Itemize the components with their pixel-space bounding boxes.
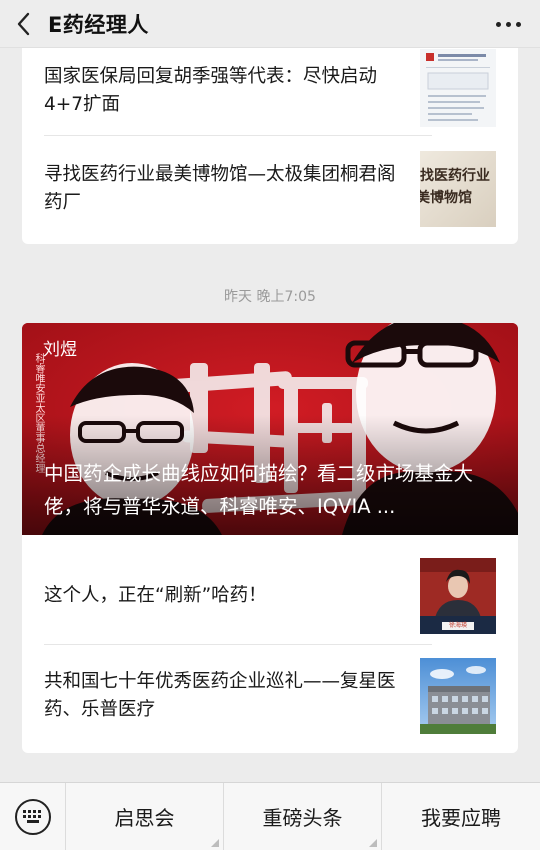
article-item[interactable]: 国家医保局回复胡季强等代表：尽快启动4+7扩面 — [44, 48, 496, 134]
article-card-latest: 科睿唯安亚太区董事总经理 刘煜 中国药企成长曲线应如何描绘？看二级市场基金大佬，… — [22, 323, 518, 753]
article-title: 寻找医药行业最美博物馆—太极集团桐君阁药厂 — [44, 164, 396, 213]
article-item[interactable]: 共和国七十年优秀医药企业巡礼——复星医药、乐普医疗 — [44, 653, 496, 739]
more-dot — [505, 21, 511, 27]
thumbnail-nameplate: 徐海瑛 — [448, 622, 467, 629]
top-nav-bar: E药经理人 — [0, 0, 540, 48]
menu-item-headlines[interactable]: 重磅头条 — [224, 782, 382, 850]
more-options-button[interactable] — [490, 12, 526, 36]
divider — [44, 644, 432, 645]
page-title: E药经理人 — [48, 12, 149, 37]
keyboard-icon — [14, 798, 51, 835]
hero-article-title: 中国药企成长曲线应如何描绘？看二级市场基金大佬，将与普华永道、科睿唯安、IQVI… — [44, 462, 474, 518]
keyboard-toggle-button[interactable] — [0, 782, 66, 850]
submenu-indicator-icon — [369, 838, 377, 847]
article-thumbnail — [420, 658, 496, 734]
article-title: 国家医保局回复胡季强等代表：尽快启动4+7扩面 — [44, 66, 378, 115]
bottom-menu-bar: 启思会 重磅头条 我要应聘 — [0, 782, 540, 850]
menu-item-qisihui[interactable]: 启思会 — [66, 782, 224, 850]
more-dot — [515, 21, 521, 27]
article-card-previous: 国家医保局回复胡季强等代表：尽快启动4+7扩面 寻找医药行业最美博物馆—太极集团… — [22, 48, 518, 244]
menu-item-label: 我要应聘 — [421, 806, 501, 830]
menu-item-jobs[interactable]: 我要应聘 — [382, 783, 540, 850]
thumbnail-image — [420, 658, 496, 734]
article-title: 共和国七十年优秀医药企业巡礼——复星医药、乐普医疗 — [44, 671, 396, 720]
hero-article[interactable]: 科睿唯安亚太区董事总经理 刘煜 中国药企成长曲线应如何描绘？看二级市场基金大佬，… — [22, 323, 518, 535]
divider — [44, 135, 432, 136]
article-title: 这个人，正在“刷新”哈药！ — [44, 585, 267, 606]
chevron-left-icon — [17, 12, 30, 35]
article-item[interactable]: 寻找医药行业最美博物馆—太极集团桐君阁药厂 找医药行业 美博物馆 — [44, 146, 496, 232]
article-thumbnail — [420, 49, 496, 127]
article-thumbnail: 找医药行业 美博物馆 — [420, 151, 496, 227]
message-timestamp: 昨天 晚上7:05 — [224, 289, 316, 305]
back-button[interactable] — [0, 0, 48, 48]
hero-person-name: 刘煜 — [43, 340, 77, 360]
thumbnail-text: 美博物馆 — [420, 190, 472, 206]
article-item[interactable]: 这个人，正在“刷新”哈药！ 徐海瑛 — [44, 553, 496, 639]
submenu-indicator-icon — [211, 838, 219, 847]
thumbnail-text: 找医药行业 — [420, 168, 490, 184]
menu-item-label: 重磅头条 — [262, 806, 343, 830]
menu-item-label: 启思会 — [114, 806, 175, 830]
article-thumbnail: 徐海瑛 — [420, 558, 496, 634]
more-dots-icon — [495, 21, 501, 27]
